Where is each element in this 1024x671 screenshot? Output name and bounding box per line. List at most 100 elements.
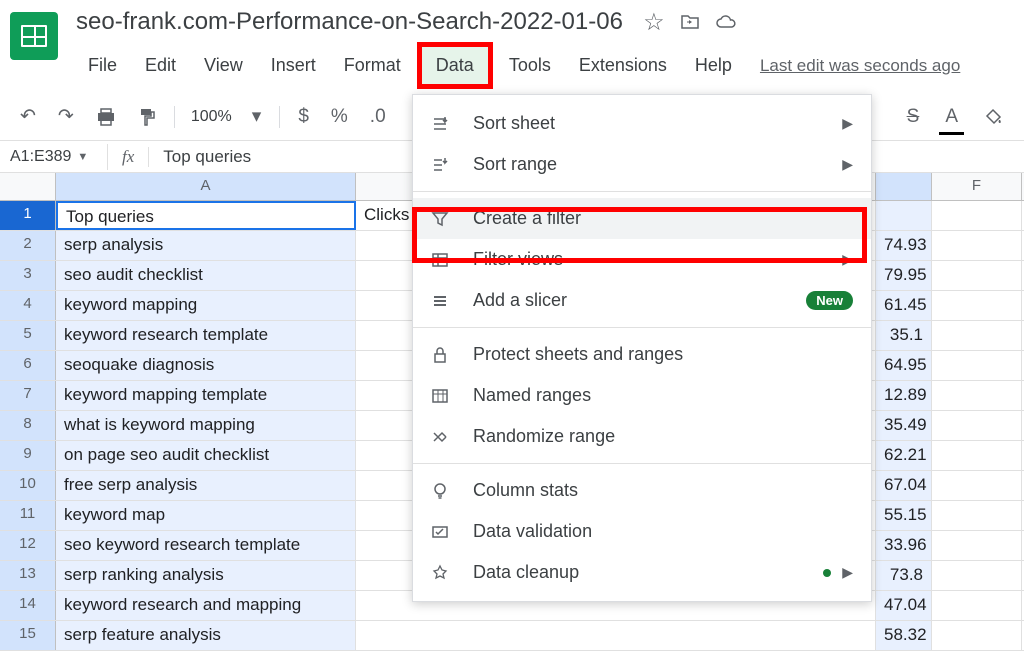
column-stats-item[interactable]: Column stats: [413, 470, 871, 511]
row-number[interactable]: 12: [0, 531, 56, 560]
menu-edit[interactable]: Edit: [133, 51, 188, 80]
row-number[interactable]: 7: [0, 381, 56, 410]
cell[interactable]: what is keyword mapping: [56, 411, 356, 440]
row-number[interactable]: 13: [0, 561, 56, 590]
strikethrough-button[interactable]: S: [901, 102, 926, 132]
cell[interactable]: [932, 501, 1022, 530]
cell[interactable]: [932, 591, 1022, 620]
print-button[interactable]: [90, 104, 122, 130]
randomize-range-item[interactable]: Randomize range: [413, 416, 871, 457]
cell[interactable]: seoquake diagnosis: [56, 351, 356, 380]
row-number[interactable]: 2: [0, 231, 56, 260]
cell[interactable]: 47.04: [876, 591, 932, 620]
paint-format-button[interactable]: [132, 103, 162, 131]
add-slicer-item[interactable]: Add a slicer New: [413, 280, 871, 321]
cell[interactable]: [932, 441, 1022, 470]
named-ranges-item[interactable]: Named ranges: [413, 375, 871, 416]
menu-data[interactable]: Data: [417, 42, 493, 89]
col-header-f[interactable]: F: [932, 173, 1022, 200]
menu-file[interactable]: File: [76, 51, 129, 80]
cell[interactable]: [932, 291, 1022, 320]
col-header-a[interactable]: A: [56, 173, 356, 200]
redo-button[interactable]: ↷: [52, 101, 80, 132]
percent-button[interactable]: %: [325, 102, 354, 132]
cell[interactable]: [932, 351, 1022, 380]
menu-extensions[interactable]: Extensions: [567, 51, 679, 80]
zoom-level[interactable]: 100%: [187, 108, 236, 126]
cell[interactable]: keyword research template: [56, 321, 356, 350]
menu-help[interactable]: Help: [683, 51, 744, 80]
cell[interactable]: [932, 321, 1022, 350]
filter-views-item[interactable]: Filter views ▶: [413, 239, 871, 280]
menu-insert[interactable]: Insert: [259, 51, 328, 80]
cell[interactable]: 74.93: [876, 231, 932, 260]
cell[interactable]: 73.8: [876, 561, 932, 590]
cell[interactable]: [932, 621, 1022, 650]
cell[interactable]: [932, 231, 1022, 260]
cell[interactable]: serp analysis: [56, 231, 356, 260]
cell[interactable]: 67.04: [876, 471, 932, 500]
cell[interactable]: 33.96: [876, 531, 932, 560]
cell[interactable]: 12.89: [876, 381, 932, 410]
cell[interactable]: 79.95: [876, 261, 932, 290]
cell[interactable]: on page seo audit checklist: [56, 441, 356, 470]
create-filter-item[interactable]: Create a filter: [413, 198, 871, 239]
cell[interactable]: 35.49: [876, 411, 932, 440]
cloud-icon[interactable]: [715, 11, 737, 33]
protect-sheets-item[interactable]: Protect sheets and ranges: [413, 334, 871, 375]
decimal-button[interactable]: .0: [364, 102, 392, 132]
cell[interactable]: 35.1: [876, 321, 932, 350]
cell[interactable]: 61.45: [876, 291, 932, 320]
cell[interactable]: serp feature analysis: [56, 621, 356, 650]
cell[interactable]: Top queries: [56, 201, 356, 230]
formula-input[interactable]: Top queries: [149, 147, 265, 167]
undo-button[interactable]: ↶: [14, 101, 42, 132]
row-number[interactable]: 4: [0, 291, 56, 320]
cell[interactable]: [932, 411, 1022, 440]
menu-format[interactable]: Format: [332, 51, 413, 80]
cell[interactable]: [932, 201, 1022, 230]
cell[interactable]: 64.95: [876, 351, 932, 380]
row-number[interactable]: 5: [0, 321, 56, 350]
cell[interactable]: serp ranking analysis: [56, 561, 356, 590]
row-number[interactable]: 11: [0, 501, 56, 530]
cell[interactable]: [932, 381, 1022, 410]
cell[interactable]: 58.32: [876, 621, 932, 650]
last-edit-link[interactable]: Last edit was seconds ago: [760, 56, 960, 76]
cell[interactable]: keyword mapping template: [56, 381, 356, 410]
data-cleanup-item[interactable]: Data cleanup ▶: [413, 552, 871, 593]
row-number[interactable]: 1: [0, 201, 56, 230]
fill-color-button[interactable]: [978, 103, 1010, 131]
document-title[interactable]: seo-frank.com-Performance-on-Search-2022…: [76, 8, 623, 36]
menu-tools[interactable]: Tools: [497, 51, 563, 80]
text-color-button[interactable]: A: [939, 102, 964, 132]
cell[interactable]: keyword research and mapping: [56, 591, 356, 620]
cell[interactable]: seo keyword research template: [56, 531, 356, 560]
row-number[interactable]: 15: [0, 621, 56, 650]
move-icon[interactable]: [679, 11, 701, 33]
sort-sheet-item[interactable]: Sort sheet ▶: [413, 103, 871, 144]
cell[interactable]: keyword mapping: [56, 291, 356, 320]
cell[interactable]: free serp analysis: [56, 471, 356, 500]
zoom-dropdown-icon[interactable]: ▾: [246, 101, 268, 132]
cell[interactable]: [876, 201, 932, 230]
row-number[interactable]: 3: [0, 261, 56, 290]
row-number[interactable]: 14: [0, 591, 56, 620]
cell[interactable]: [932, 261, 1022, 290]
row-number[interactable]: 10: [0, 471, 56, 500]
cell[interactable]: [932, 531, 1022, 560]
sort-range-item[interactable]: Sort range ▶: [413, 144, 871, 185]
row-number[interactable]: 6: [0, 351, 56, 380]
menu-view[interactable]: View: [192, 51, 255, 80]
cell[interactable]: [932, 471, 1022, 500]
star-icon[interactable]: ☆: [643, 11, 665, 33]
cell[interactable]: 55.15: [876, 501, 932, 530]
data-validation-item[interactable]: Data validation: [413, 511, 871, 552]
currency-button[interactable]: $: [292, 102, 315, 132]
cell[interactable]: [356, 621, 876, 650]
name-box[interactable]: A1:E389 ▼: [0, 144, 108, 170]
cell[interactable]: seo audit checklist: [56, 261, 356, 290]
row-number[interactable]: 9: [0, 441, 56, 470]
cell[interactable]: keyword map: [56, 501, 356, 530]
row-number[interactable]: 8: [0, 411, 56, 440]
